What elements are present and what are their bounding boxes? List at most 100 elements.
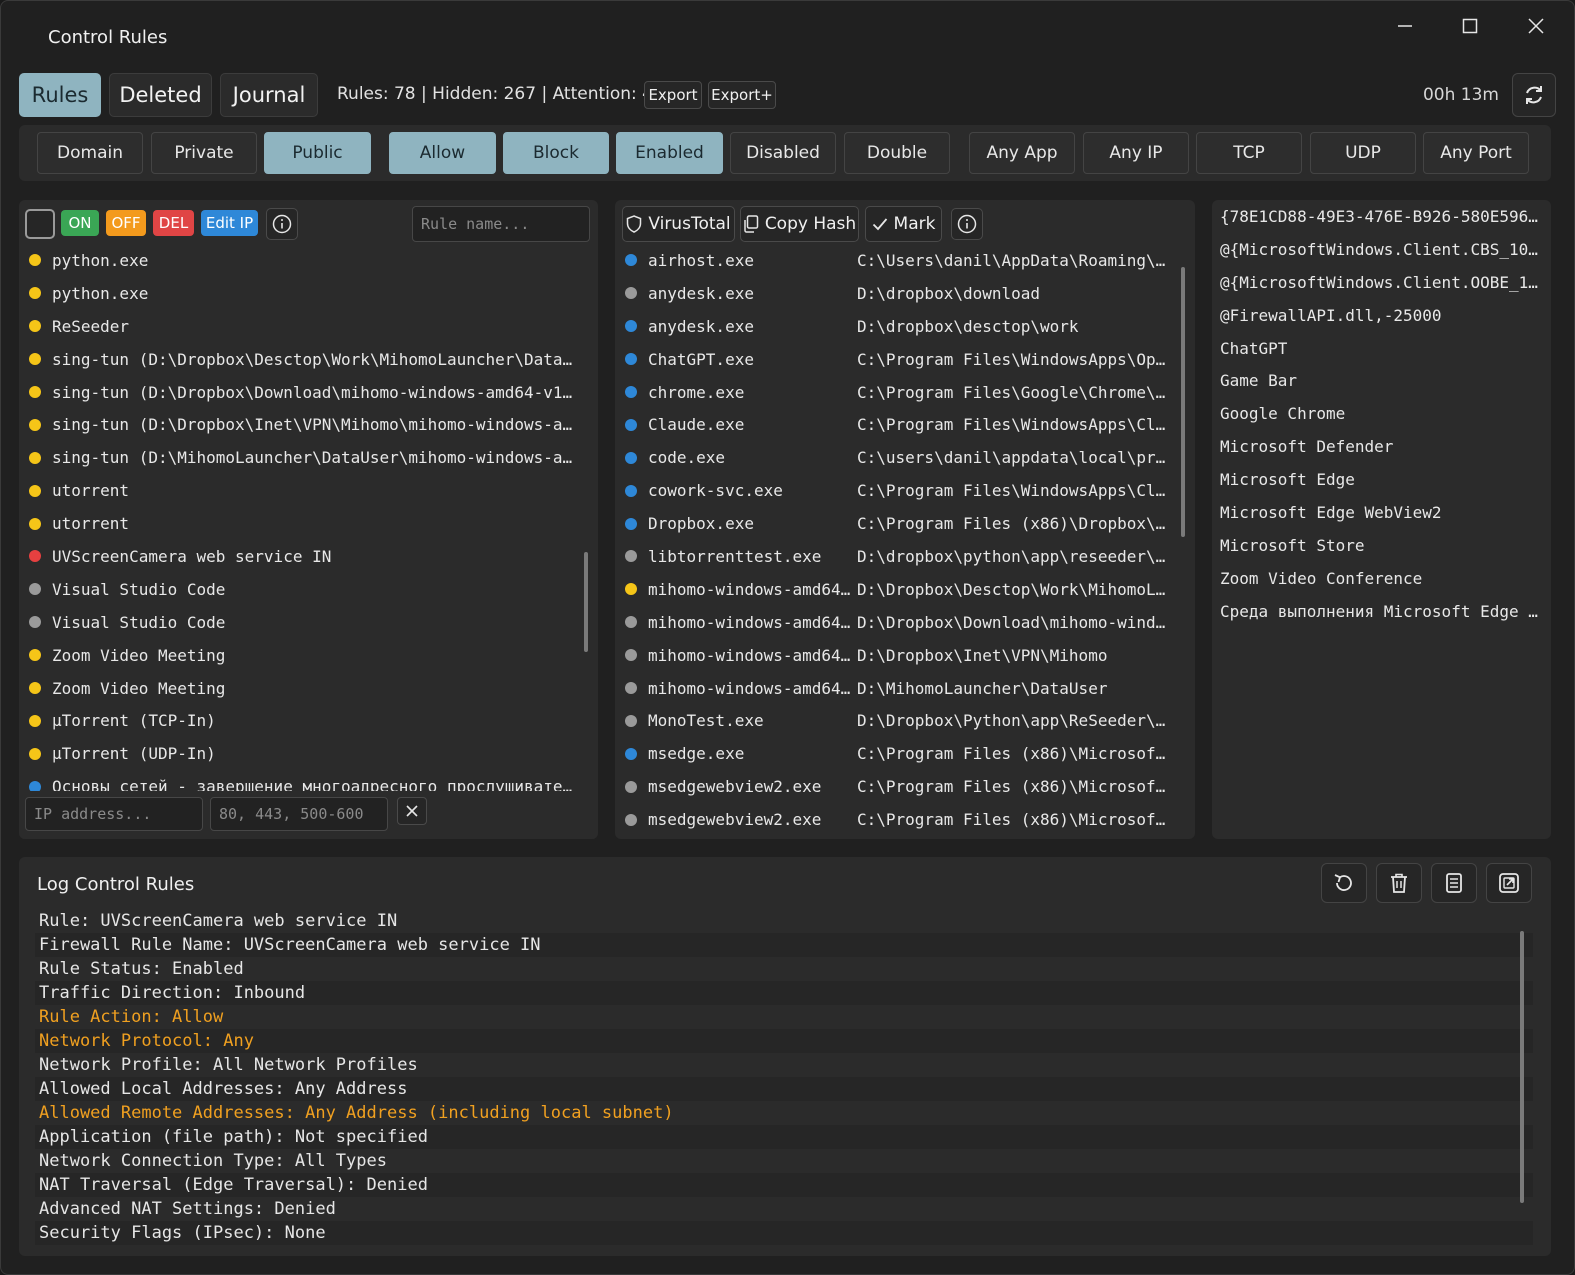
app-row[interactable]: code.exe C:\users\danil\appdata\local\pro… (615, 441, 1195, 474)
filter-disabled[interactable]: Disabled (730, 132, 836, 174)
rule-row[interactable]: utorrent (19, 507, 598, 540)
status-dot-icon (625, 780, 637, 793)
package-row[interactable]: Microsoft Defender (1212, 430, 1551, 463)
app-name: msedgewebview2.exe (648, 777, 822, 797)
filter-any-app[interactable]: Any App (969, 132, 1075, 174)
export-plus-button[interactable]: Export+ (708, 81, 776, 109)
log-clear-button[interactable] (1376, 863, 1422, 903)
app-row[interactable]: cowork-svc.exe C:\Program Files\WindowsAp… (615, 474, 1195, 507)
off-button[interactable]: OFF (106, 210, 146, 236)
rule-row[interactable]: ReSeeder (19, 310, 598, 343)
package-row[interactable]: Zoom Video Conference (1212, 562, 1551, 595)
filter-tcp[interactable]: TCP (1196, 132, 1302, 174)
package-row[interactable]: @{MicrosoftWindows.Client.OOBE_1000.2610… (1212, 266, 1551, 299)
app-row[interactable]: chrome.exe C:\Program Files\Google\Chrome… (615, 376, 1195, 409)
rule-row[interactable]: sing-tun (D:\Dropbox\Download\mihomo-win… (19, 376, 598, 409)
port-input[interactable] (210, 797, 388, 831)
log-reload-button[interactable] (1321, 863, 1367, 903)
filter-udp[interactable]: UDP (1310, 132, 1416, 174)
package-row[interactable]: Google Chrome (1212, 397, 1551, 430)
rule-row[interactable]: µTorrent (UDP-In) (19, 737, 598, 770)
log-line: Security Flags (IPsec): None (35, 1221, 1533, 1245)
app-row[interactable]: msedge.exe C:\Program Files (x86)\Microso… (615, 737, 1195, 770)
rule-row[interactable]: µTorrent (TCP-In) (19, 704, 598, 737)
app-row[interactable]: msedgewebview2.exe C:\Program Files (x86)… (615, 770, 1195, 803)
filter-private[interactable]: Private (151, 132, 257, 174)
tab-deleted[interactable]: Deleted (109, 73, 212, 117)
app-name: airhost.exe (648, 250, 754, 270)
filter-public[interactable]: Public (264, 132, 371, 174)
app-row[interactable]: MonoTest.exe D:\Dropbox\Python\app\ReSeed… (615, 704, 1195, 737)
virustotal-button[interactable]: VirusTotal (622, 206, 735, 242)
tab-rules[interactable]: Rules (19, 73, 101, 117)
package-row[interactable]: Microsoft Edge WebView2 (1212, 496, 1551, 529)
package-row[interactable]: @{MicrosoftWindows.Client.CBS_1000.26100… (1212, 233, 1551, 266)
filter-any-ip[interactable]: Any IP (1083, 132, 1189, 174)
status-dot-icon (625, 386, 637, 398)
filter-allow[interactable]: Allow (389, 132, 496, 174)
status-dot-icon (625, 254, 637, 267)
app-row[interactable]: mihomo-windows-amd64.exeD:\Dropbox\Inet\… (615, 639, 1195, 672)
export-button[interactable]: Export (644, 81, 702, 109)
package-row[interactable]: Среда выполнения Microsoft Edge WebView2 (1212, 595, 1551, 628)
copy-hash-button[interactable]: Copy Hash (740, 206, 859, 242)
virustotal-label: VirusTotal (648, 214, 731, 234)
apps-toolbar: VirusTotal Copy Hash Mark (615, 200, 1195, 248)
rule-row[interactable]: Zoom Video Meeting (19, 639, 598, 672)
tab-journal[interactable]: Journal (220, 73, 318, 117)
package-row[interactable]: Game Bar (1212, 364, 1551, 397)
rule-row[interactable]: python.exe (19, 277, 598, 310)
package-row[interactable]: {78E1CD88-49E3-476E-B926-580E596AD309} (1212, 200, 1551, 233)
status-dot-icon (625, 484, 637, 497)
rule-name-search[interactable] (412, 206, 590, 242)
app-row[interactable]: ChatGPT.exe C:\Program Files\WindowsApps\… (615, 343, 1195, 376)
package-row[interactable]: Microsoft Edge (1212, 463, 1551, 496)
filter-enabled[interactable]: Enabled (616, 132, 723, 174)
filter-any-port[interactable]: Any Port (1423, 132, 1529, 174)
app-row[interactable]: anydesk.exe D:\dropbox\desctop\work (615, 310, 1195, 343)
filter-block[interactable]: Block (503, 132, 609, 174)
package-row[interactable]: ChatGPT (1212, 332, 1551, 365)
apps-scrollbar[interactable] (1181, 267, 1185, 537)
app-row[interactable]: msedgewebview2.exe C:\Program Files (x86)… (615, 803, 1195, 836)
app-row[interactable]: airhost.exe C:\Users\danil\AppData\Roamin… (615, 244, 1195, 277)
ip-address-input[interactable] (25, 797, 203, 831)
clear-ip-button[interactable] (397, 797, 427, 825)
app-row[interactable]: mihomo-windows-amd64.exeD:\MihomoLaunche… (615, 672, 1195, 705)
select-all-checkbox[interactable] (25, 209, 55, 239)
app-row[interactable]: mihomo-windows-amd64.exeD:\Dropbox\Desct… (615, 573, 1195, 606)
rule-row[interactable]: sing-tun (D:\Dropbox\Inet\VPN\Mihomo\mih… (19, 408, 598, 441)
filter-double[interactable]: Double (844, 132, 950, 174)
close-button[interactable] (1506, 9, 1566, 43)
maximize-button[interactable] (1440, 9, 1500, 43)
rule-row[interactable]: sing-tun (D:\Dropbox\Desctop\Work\Mihomo… (19, 343, 598, 376)
rule-row[interactable]: Zoom Video Meeting (19, 672, 598, 705)
log-popout-button[interactable] (1486, 863, 1532, 903)
log-scrollbar[interactable] (1520, 931, 1524, 1203)
app-row[interactable]: libtorrenttest.exe D:\dropbox\python\app\… (615, 540, 1195, 573)
on-button[interactable]: ON (61, 210, 99, 236)
delete-button[interactable]: DEL (153, 210, 194, 236)
rule-row[interactable]: sing-tun (D:\MihomoLauncher\DataUser\mih… (19, 441, 598, 474)
rule-row[interactable]: Visual Studio Code (19, 573, 598, 606)
edit-ip-button[interactable]: Edit IP (201, 210, 258, 236)
rule-row[interactable]: python.exe (19, 244, 598, 277)
app-row[interactable]: Claude.exe C:\Program Files\WindowsApps\C… (615, 408, 1195, 441)
filter-domain[interactable]: Domain (37, 132, 143, 174)
app-row[interactable]: anydesk.exe D:\dropbox\download (615, 277, 1195, 310)
app-row[interactable]: Dropbox.exe C:\Program Files (x86)\Dropbo… (615, 507, 1195, 540)
rule-row[interactable]: utorrent (19, 474, 598, 507)
rule-row[interactable]: UVScreenCamera web service IN (19, 540, 598, 573)
rules-scrollbar[interactable] (584, 552, 588, 652)
rules-info-button[interactable] (266, 208, 298, 240)
package-row[interactable]: Microsoft Store (1212, 529, 1551, 562)
rule-row[interactable]: Visual Studio Code (19, 606, 598, 639)
app-row[interactable]: mihomo-windows-amd64.exeD:\Dropbox\Downl… (615, 606, 1195, 639)
package-row[interactable]: @FirewallAPI.dll,-25000 (1212, 299, 1551, 332)
log-document-button[interactable] (1431, 863, 1477, 903)
refresh-button[interactable] (1512, 73, 1556, 117)
log-line: Firewall Rule Name: UVScreenCamera web s… (35, 933, 1533, 957)
mark-button[interactable]: Mark (865, 206, 942, 242)
minimize-button[interactable] (1375, 9, 1435, 43)
apps-info-button[interactable] (951, 208, 983, 240)
